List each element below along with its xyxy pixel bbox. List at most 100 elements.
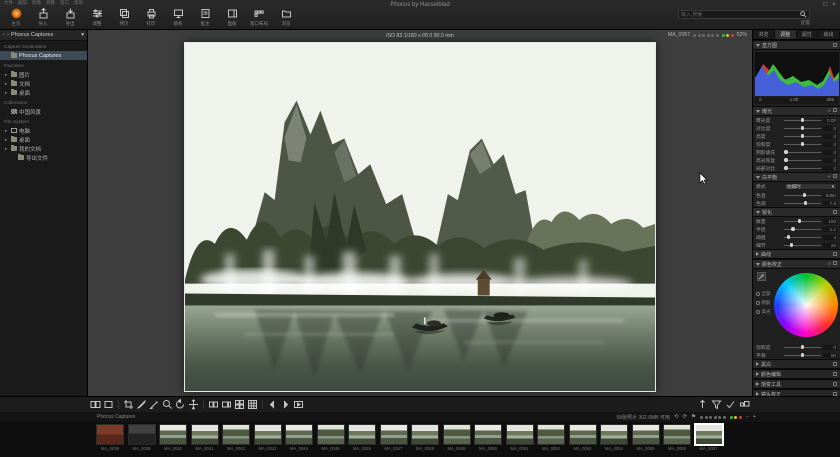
levels-white[interactable]: 255 xyxy=(826,97,834,102)
slider-track[interactable] xyxy=(784,195,821,196)
toolbar-button-panel[interactable]: 面板 xyxy=(220,8,244,27)
panel-tab-1[interactable]: 浏览 xyxy=(753,30,775,39)
filmstrip-thumbnail[interactable]: MA_0050 xyxy=(474,424,502,457)
image-viewer[interactable]: ISO 83 1/180 s f/8.0 80.0 mm MA_0057 52% xyxy=(88,30,752,396)
slider-knob[interactable] xyxy=(784,158,788,162)
toolbar-button-folder[interactable]: 浏览 xyxy=(274,8,298,27)
thumbnail-image[interactable] xyxy=(600,424,628,445)
thumbnail-image[interactable] xyxy=(96,424,124,445)
thumb-smaller-button[interactable]: − xyxy=(746,414,749,420)
filmstrip-thumbnail[interactable]: MA_0057 xyxy=(695,424,723,457)
menu-item[interactable]: 帮助 xyxy=(74,0,83,6)
slider-value[interactable]: 0 xyxy=(823,158,837,163)
slider-value[interactable]: 0 xyxy=(823,142,837,147)
levels-readout[interactable]: 0 1.00 255 xyxy=(755,97,838,104)
expand-icon[interactable]: ▸ xyxy=(5,146,9,152)
slider-knob[interactable] xyxy=(798,219,802,223)
slider-value[interactable]: 4 xyxy=(823,235,837,240)
star-rating[interactable] xyxy=(693,34,719,37)
wb-mode-select[interactable]: 拍摄时 ▾ xyxy=(784,183,837,190)
sidebar-item[interactable]: ▸图片 xyxy=(0,70,87,79)
filmstrip-thumbnail[interactable]: MA_0043 xyxy=(254,424,282,457)
slider-track[interactable] xyxy=(784,245,821,246)
slider-track[interactable] xyxy=(784,160,821,161)
collapsed-panel-header[interactable]: 黑白 xyxy=(753,359,840,369)
thumbnail-image[interactable] xyxy=(569,424,597,445)
menu-item[interactable]: 文件 xyxy=(4,0,13,6)
photo-canvas[interactable] xyxy=(184,42,656,392)
slider-knob[interactable] xyxy=(801,126,805,130)
slider-knob[interactable] xyxy=(790,243,794,247)
browser-thumbsize-button[interactable] xyxy=(739,399,750,410)
filmstrip-thumbnail[interactable]: MA_0048 xyxy=(411,424,439,457)
slider-value[interactable]: 50 xyxy=(823,353,837,358)
sidebar-item[interactable]: ▸文档 xyxy=(0,79,87,88)
tool-pan[interactable] xyxy=(188,399,199,410)
exposure-panel-header[interactable]: 曝光 ↺ xyxy=(753,106,840,116)
sidebar-item[interactable]: Phocus Captures xyxy=(0,51,87,60)
sidebar-item[interactable]: ▸桌面 xyxy=(0,135,87,144)
panel-tab-3[interactable]: 属性 xyxy=(797,30,819,39)
slider-value[interactable]: 0 xyxy=(823,345,837,350)
color-picker-eyedropper[interactable] xyxy=(757,272,766,281)
color-range-option[interactable]: 全部 xyxy=(756,291,771,297)
levels-gamma[interactable]: 1.00 xyxy=(790,97,799,102)
menu-item[interactable]: 图像 xyxy=(32,0,41,6)
tool-prev[interactable] xyxy=(267,399,278,410)
thumbnail-image[interactable] xyxy=(159,424,187,445)
slider-value[interactable]: 100 xyxy=(823,219,837,224)
expand-icon[interactable]: ▸ xyxy=(5,81,9,87)
tool-grid2b[interactable] xyxy=(221,399,232,410)
slider-track[interactable] xyxy=(784,120,821,121)
collapsed-panel-header[interactable]: 镜头校正 xyxy=(753,389,840,396)
histogram-panel-header[interactable]: 直方图 xyxy=(753,40,840,50)
filmstrip-thumbnail[interactable]: MA_0053 xyxy=(569,424,597,457)
thumbnail-image[interactable] xyxy=(191,424,219,445)
expand-icon[interactable]: ▸ xyxy=(5,137,9,143)
toolbar-button-import[interactable]: 导入 xyxy=(31,8,55,27)
slider-value[interactable]: 0 xyxy=(823,166,837,171)
filmstrip-thumbnail[interactable]: MA_0051 xyxy=(506,424,534,457)
thumb-larger-button[interactable]: + xyxy=(753,414,756,420)
tool-grid2[interactable] xyxy=(208,399,219,410)
rotate-left-icon[interactable]: ⟲ xyxy=(674,414,679,420)
tool-zoomtool[interactable] xyxy=(162,399,173,410)
white-balance-panel-header[interactable]: 白平衡 ✦ xyxy=(753,172,840,182)
filmstrip-thumbnail[interactable]: MA_0052 xyxy=(537,424,565,457)
filmstrip-thumbnail[interactable]: MA_0054 xyxy=(600,424,628,457)
expand-icon[interactable]: ▸ xyxy=(5,90,9,96)
expand-icon[interactable]: ▸ xyxy=(5,128,9,134)
slider-knob[interactable] xyxy=(801,118,805,122)
slider-knob[interactable] xyxy=(784,150,788,154)
toolbar-button-copy[interactable]: 拷贝 xyxy=(112,8,136,27)
slider-knob[interactable] xyxy=(801,353,805,357)
slider-value[interactable]: 0 xyxy=(823,126,837,131)
slider-value[interactable]: 0 xyxy=(823,150,837,155)
nav-forward-icon[interactable]: › xyxy=(7,32,9,38)
slider-value[interactable]: 25 xyxy=(823,243,837,248)
collapsed-panel-header[interactable]: 颜色编辑 xyxy=(753,369,840,379)
tool-straighten[interactable] xyxy=(136,399,147,410)
menu-item[interactable]: 编辑 xyxy=(18,0,27,6)
thumbnail-image[interactable] xyxy=(254,424,282,445)
filmstrip-thumbnail[interactable]: MA_0039 xyxy=(128,424,156,457)
slider-value[interactable]: 0 xyxy=(823,134,837,139)
slider-knob[interactable] xyxy=(801,134,805,138)
color-wheel[interactable] xyxy=(774,273,838,337)
slider-value[interactable]: 1.1 xyxy=(823,227,837,232)
slider-knob[interactable] xyxy=(784,166,788,170)
thumbnail-image[interactable] xyxy=(474,424,502,445)
slider-track[interactable] xyxy=(784,221,821,222)
search-input[interactable]: 输入,搜索 xyxy=(678,10,810,19)
thumbnail-image[interactable] xyxy=(285,424,313,445)
sharpen-panel-header[interactable]: 锐化 xyxy=(753,207,840,217)
close-button[interactable]: × xyxy=(832,1,836,8)
browser-filter-button[interactable] xyxy=(711,399,722,410)
filmstrip-thumbnail[interactable]: MA_0041 xyxy=(191,424,219,457)
toolbar-button-logo[interactable]: 主页 xyxy=(4,8,28,27)
tool-brush[interactable] xyxy=(149,399,160,410)
toolbar-button-notes[interactable]: 批注 xyxy=(193,8,217,27)
filmstrip-thumbnail[interactable]: MA_0040 xyxy=(159,424,187,457)
flag-icon[interactable]: ⚑ xyxy=(691,414,696,420)
menu-item[interactable]: 调整 xyxy=(46,0,55,6)
